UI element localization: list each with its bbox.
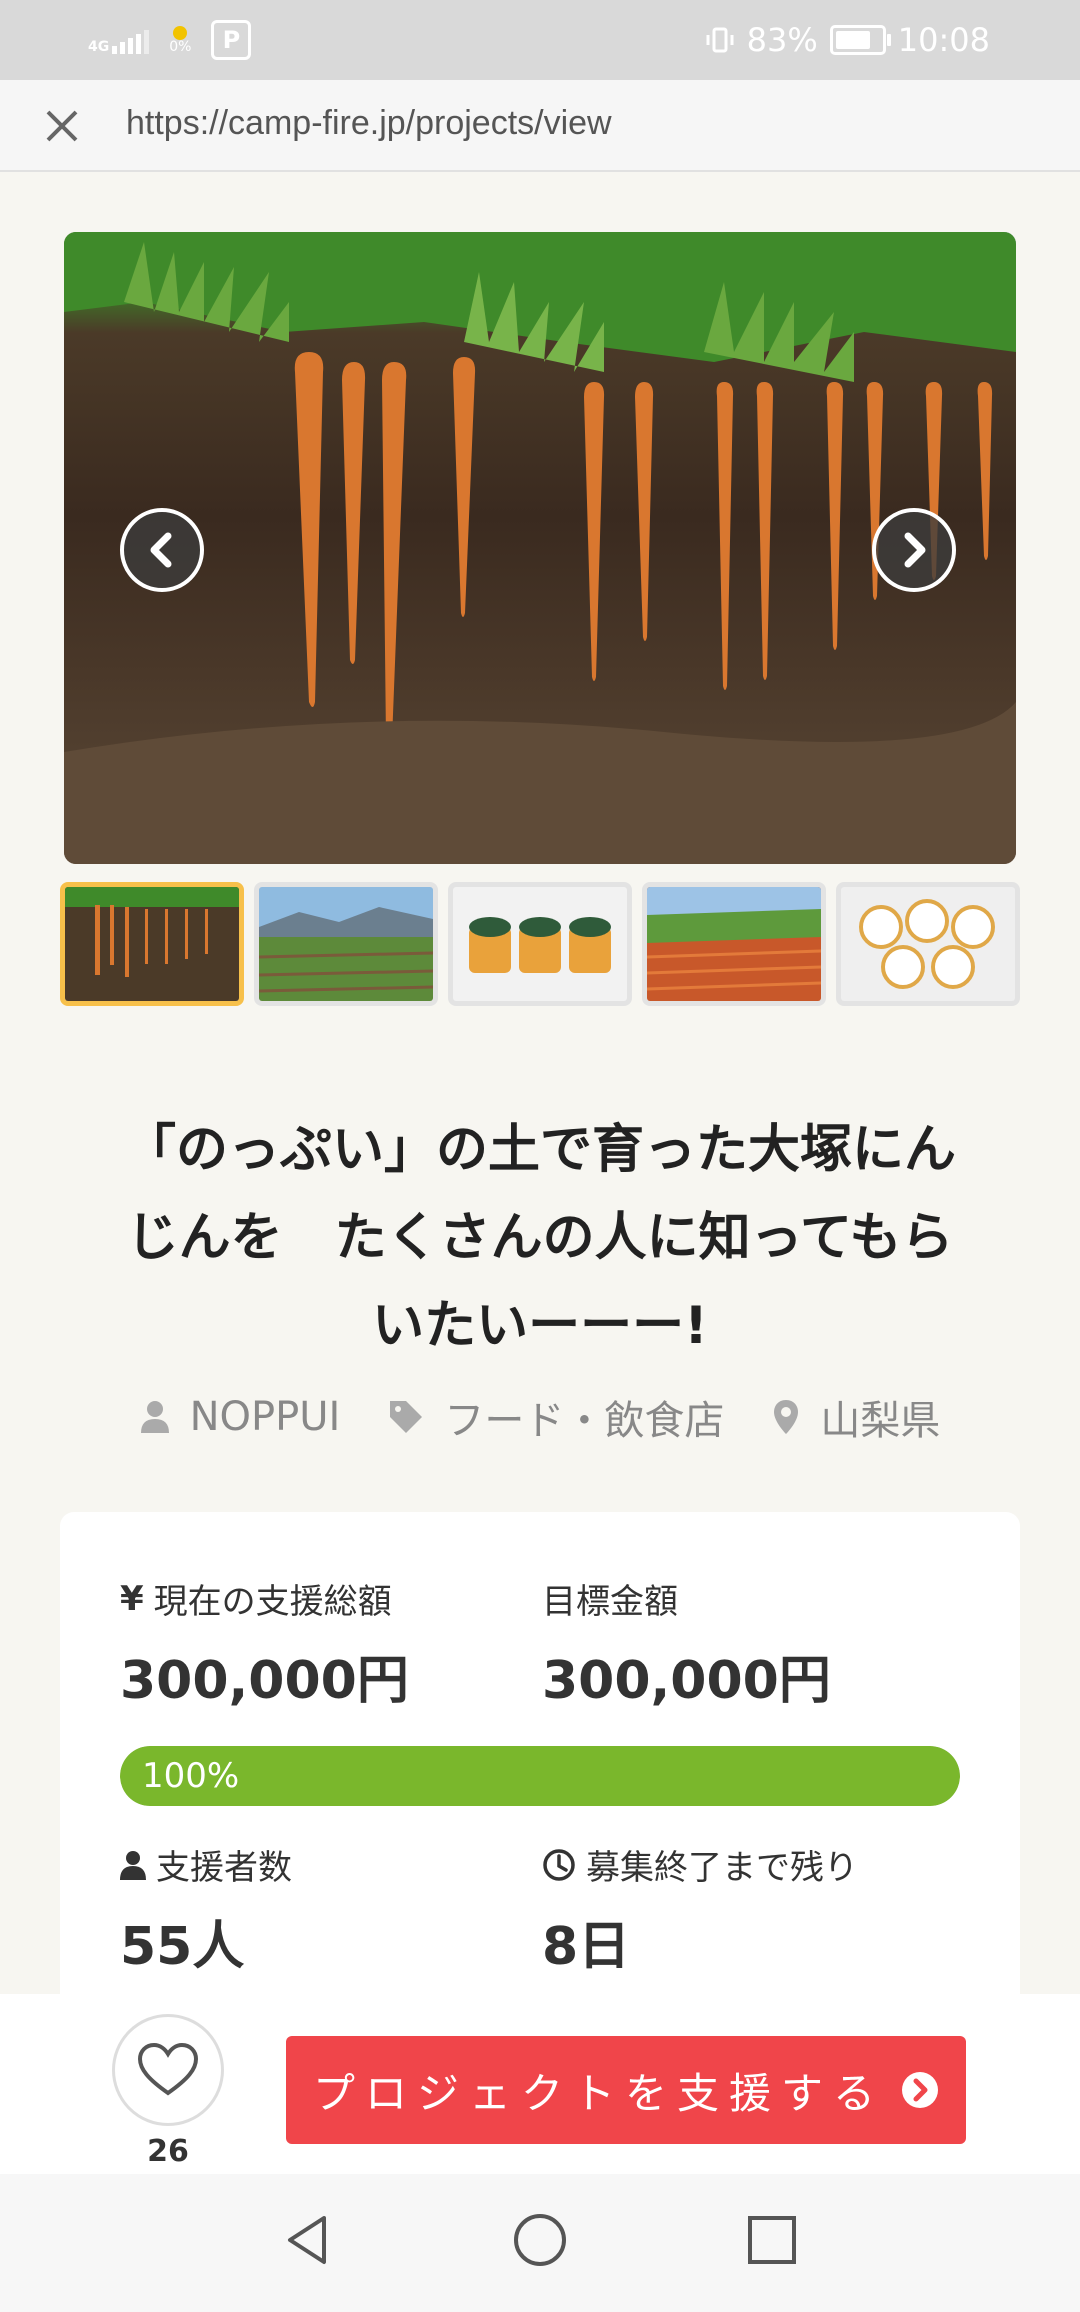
close-icon[interactable] [40, 104, 84, 148]
progress-percent: 100% [142, 1756, 240, 1796]
recents-nav-icon[interactable] [740, 2208, 804, 2272]
battery-icon [829, 25, 891, 55]
category-link[interactable]: フード・飲食店 [388, 1388, 724, 1446]
funding-stats-card: ¥ 現在の支援総額 300,000円 目標金額 300,000円 100% 支援… [60, 1512, 1020, 2032]
project-title-line-3: いたいーーー! [372, 1296, 708, 1356]
vibrate-icon [706, 27, 734, 53]
browser-url-bar: https://camp-fire.jp/projects/view [0, 80, 1080, 172]
category-name: フード・飲食店 [444, 1398, 725, 1444]
funding-progress-bar: 100% [120, 1746, 960, 1806]
url-text[interactable]: https://camp-fire.jp/projects/view [126, 104, 612, 143]
owner-name: NOPPUI [189, 1394, 341, 1440]
clock-icon [543, 1848, 575, 1881]
thumbnail-5[interactable] [836, 882, 1020, 1006]
remaining-value: 8日 [542, 1917, 631, 1977]
like-count: 26 [147, 2134, 189, 2169]
project-main-image[interactable] [64, 232, 1016, 864]
yen-icon: ¥ [120, 1578, 144, 1619]
clock: 10:08 [897, 21, 990, 59]
owner-link[interactable]: NOPPUI [140, 1388, 341, 1446]
data-usage-text: 0% [169, 39, 192, 55]
thumbnail-3[interactable] [448, 882, 632, 1006]
location-pin-icon [774, 1400, 799, 1434]
gallery-next-button[interactable] [872, 508, 956, 592]
project-title-line-2: じんを たくさんの人に知ってもら [126, 1208, 954, 1268]
project-meta: NOPPUI フード・飲食店 山梨県 [0, 1388, 1080, 1446]
user-icon [140, 1401, 169, 1433]
backers-value: 55人 [120, 1917, 245, 1977]
heart-icon [138, 2043, 198, 2096]
favorite-button[interactable] [112, 2014, 224, 2126]
goal-amount-label: 目標金額 [542, 1582, 678, 1622]
bottom-action-bar: 26 プロジェクトを支援する [0, 1994, 1080, 2174]
home-nav-icon[interactable] [508, 2208, 572, 2272]
chevron-left-icon [150, 532, 172, 568]
project-title-line-1: 「のっぷい」の土で育った大塚にん [123, 1120, 956, 1180]
backers-label: 支援者数 [120, 1840, 292, 1889]
thumbnail-2[interactable] [254, 882, 438, 1006]
current-amount-label: ¥ 現在の支援総額 [120, 1578, 392, 1623]
current-amount-value: 300,000円 [120, 1651, 409, 1711]
arrow-circle-right-icon [902, 2072, 938, 2108]
network-type: 4G [88, 39, 110, 55]
support-button-label: プロジェクトを支援する [312, 2068, 885, 2118]
tag-icon [390, 1401, 423, 1433]
system-nav-bar [0, 2174, 1080, 2312]
status-bar: 4G 0% P 83% 10:08 [0, 0, 1080, 80]
thumbnail-4[interactable] [642, 882, 826, 1006]
location-link[interactable]: 山梨県 [772, 1388, 940, 1446]
thumbnail-1[interactable] [60, 882, 244, 1006]
gallery-thumbnails [60, 882, 1020, 1006]
location-name: 山梨県 [820, 1398, 941, 1444]
remaining-label: 募集終了まで残り [542, 1840, 858, 1889]
goal-amount-value: 300,000円 [542, 1651, 831, 1711]
cell-signal-icon: 4G [88, 26, 150, 55]
battery-percent: 83% [746, 21, 818, 59]
support-project-button[interactable]: プロジェクトを支援する [286, 2036, 966, 2144]
data-usage-icon: 0% [169, 26, 191, 54]
gallery-prev-button[interactable] [120, 508, 204, 592]
app-notification-icon: P [211, 20, 252, 60]
person-icon [120, 1850, 146, 1880]
back-nav-icon[interactable] [276, 2208, 340, 2272]
project-title: 「のっぷい」の土で育った大塚にん じんを たくさんの人に知ってもら いたいーーー… [64, 1106, 1016, 1370]
chevron-right-icon [904, 532, 926, 568]
progress-fill [120, 1746, 960, 1806]
